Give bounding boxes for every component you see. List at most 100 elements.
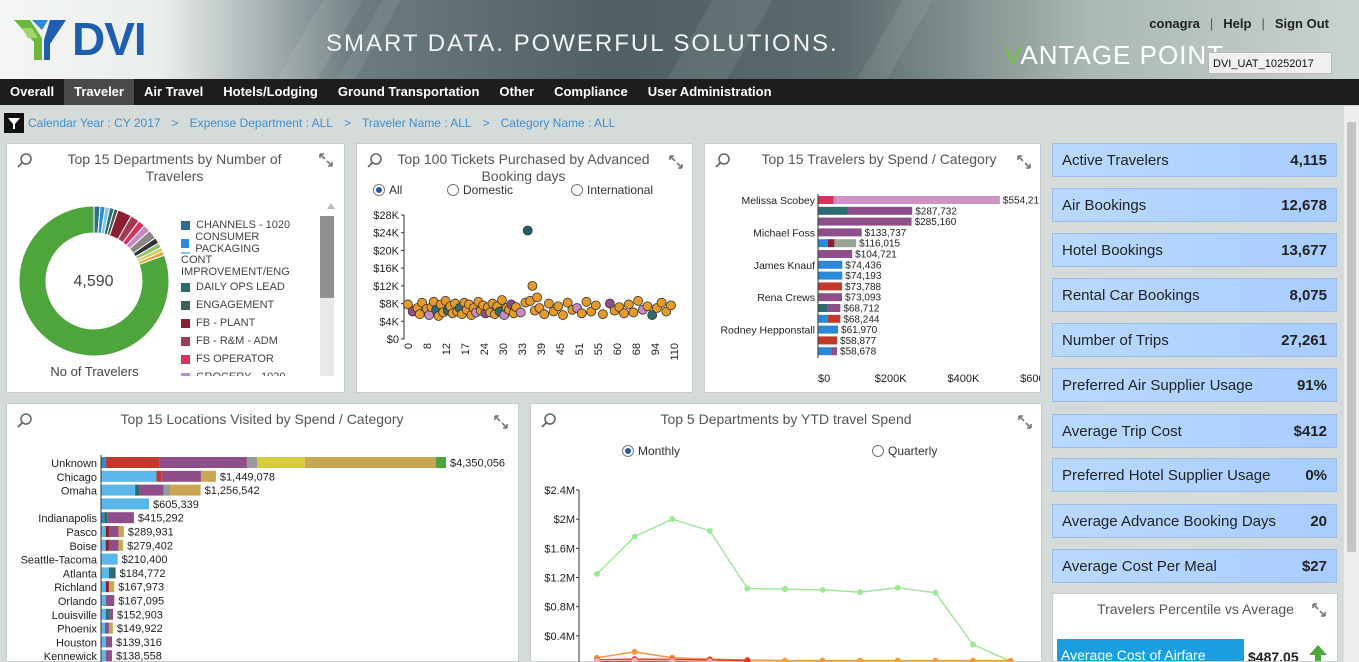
radio-international[interactable]: International [571,183,653,197]
bar-segment[interactable] [818,196,834,204]
bar-segment[interactable] [156,470,162,482]
line-point[interactable] [631,533,638,540]
line-point[interactable] [782,586,788,593]
bar-segment[interactable] [105,595,115,606]
search-icon[interactable] [541,412,557,428]
kpi-card[interactable]: Average Advance Booking Days 20 [1052,504,1337,538]
bar-segment[interactable] [435,457,446,468]
line-point[interactable] [932,657,939,662]
bar-segment[interactable] [818,206,848,215]
bar-segment[interactable] [101,526,106,537]
nav-overall[interactable]: Overall [0,79,64,105]
scatter-point[interactable] [576,308,587,319]
bar-segment[interactable] [105,539,109,551]
bar-segment[interactable] [837,196,1000,204]
bar-segment[interactable] [118,539,124,551]
bar-segment[interactable] [105,650,112,662]
help-link[interactable]: Help [1223,16,1251,31]
bar-segment[interactable] [105,636,113,648]
radio-monthly[interactable]: Monthly [622,444,680,458]
bar-segment[interactable] [101,539,106,551]
page-scrollbar[interactable] [1343,106,1359,662]
search-icon[interactable] [367,152,383,168]
bar-segment[interactable] [818,217,912,226]
kpi-card[interactable]: Air Bookings 12,678 [1052,188,1337,222]
line-point[interactable] [932,589,939,596]
bar-segment[interactable] [818,314,828,323]
bar-segment[interactable] [818,250,853,258]
bar-segment[interactable] [818,304,828,312]
line-point[interactable] [782,657,788,662]
scatter-point[interactable] [590,300,601,311]
scatter-point[interactable] [597,309,608,320]
bar-segment[interactable] [107,512,134,524]
scatter-point[interactable] [522,225,533,236]
line-point[interactable] [594,570,600,577]
bar-segment[interactable] [101,581,106,593]
kpi-card[interactable]: Average Trip Cost $412 [1052,414,1337,448]
bar-segment[interactable] [101,636,106,648]
radio-domestic[interactable]: Domestic [447,183,513,197]
legend-item[interactable]: CONSUMER PACKAGING [181,231,315,255]
bar-segment[interactable] [108,608,114,620]
line-point[interactable] [894,657,901,662]
legend-item[interactable]: FB - R&M - ADM [181,332,315,350]
bar-segment[interactable] [200,470,216,482]
legend-scroll-up-icon[interactable] [327,203,335,209]
line-point[interactable] [631,648,638,655]
kpi-card[interactable]: Rental Car Bookings 8,075 [1052,278,1337,312]
search-icon[interactable] [17,412,33,428]
bar-segment[interactable] [818,347,832,356]
bar-segment[interactable] [135,484,140,496]
bar-segment[interactable] [833,196,838,204]
crumb-category-name[interactable]: Category Name : ALL [501,116,616,130]
legend-item[interactable]: FB - PLANT [181,314,315,332]
legend-scrollbar[interactable] [320,216,334,376]
line-point[interactable] [857,657,864,662]
bar-segment[interactable] [818,228,862,237]
bar-segment[interactable] [101,457,106,468]
line-point[interactable] [894,584,901,591]
bar-segment[interactable] [101,595,106,606]
bar-segment[interactable] [118,526,124,537]
line-point[interactable] [669,516,676,523]
bar-segment[interactable] [163,484,170,496]
line-point[interactable] [706,527,713,534]
bar-segment[interactable] [104,622,109,634]
bar-segment[interactable] [827,304,841,312]
bar-segment[interactable] [304,457,436,468]
line-point[interactable] [819,586,826,593]
bar-segment[interactable] [818,282,842,291]
crumb-calendar-year[interactable]: Calendar Year : CY 2017 [28,116,161,130]
bar-segment[interactable] [101,470,157,482]
scatter-point[interactable] [532,292,543,303]
bar-segment[interactable] [108,622,113,634]
bar-segment[interactable] [101,622,105,634]
line-point[interactable] [970,657,976,662]
sign-out-link[interactable]: Sign Out [1275,16,1329,31]
scatter-point[interactable] [497,295,507,305]
bar-segment[interactable] [139,484,164,496]
legend-item[interactable]: ENGAGEMENT [181,296,315,314]
bar-segment[interactable] [101,650,106,662]
bar-segment[interactable] [818,336,838,345]
search-icon[interactable] [17,152,33,168]
expand-icon[interactable] [669,155,683,169]
line-point[interactable] [744,585,751,592]
nav-ground-transportation[interactable]: Ground Transportation [328,79,490,105]
expand-icon[interactable] [1312,603,1326,617]
expand-icon[interactable] [1017,155,1031,169]
bar-segment[interactable] [834,239,857,248]
scatter-point[interactable] [558,310,568,320]
bar-segment[interactable] [105,581,109,593]
kpi-card[interactable]: Average Cost Per Meal $27 [1052,549,1337,583]
line-point[interactable] [1007,657,1014,662]
bar-segment[interactable] [818,239,828,248]
radio-all[interactable]: All [373,183,402,197]
bar-segment[interactable] [818,271,843,280]
scatter-point[interactable] [515,307,526,318]
line-point[interactable] [970,641,976,648]
line-point[interactable] [857,589,864,596]
bar-segment[interactable] [827,239,835,248]
scatter-point[interactable] [553,301,564,312]
